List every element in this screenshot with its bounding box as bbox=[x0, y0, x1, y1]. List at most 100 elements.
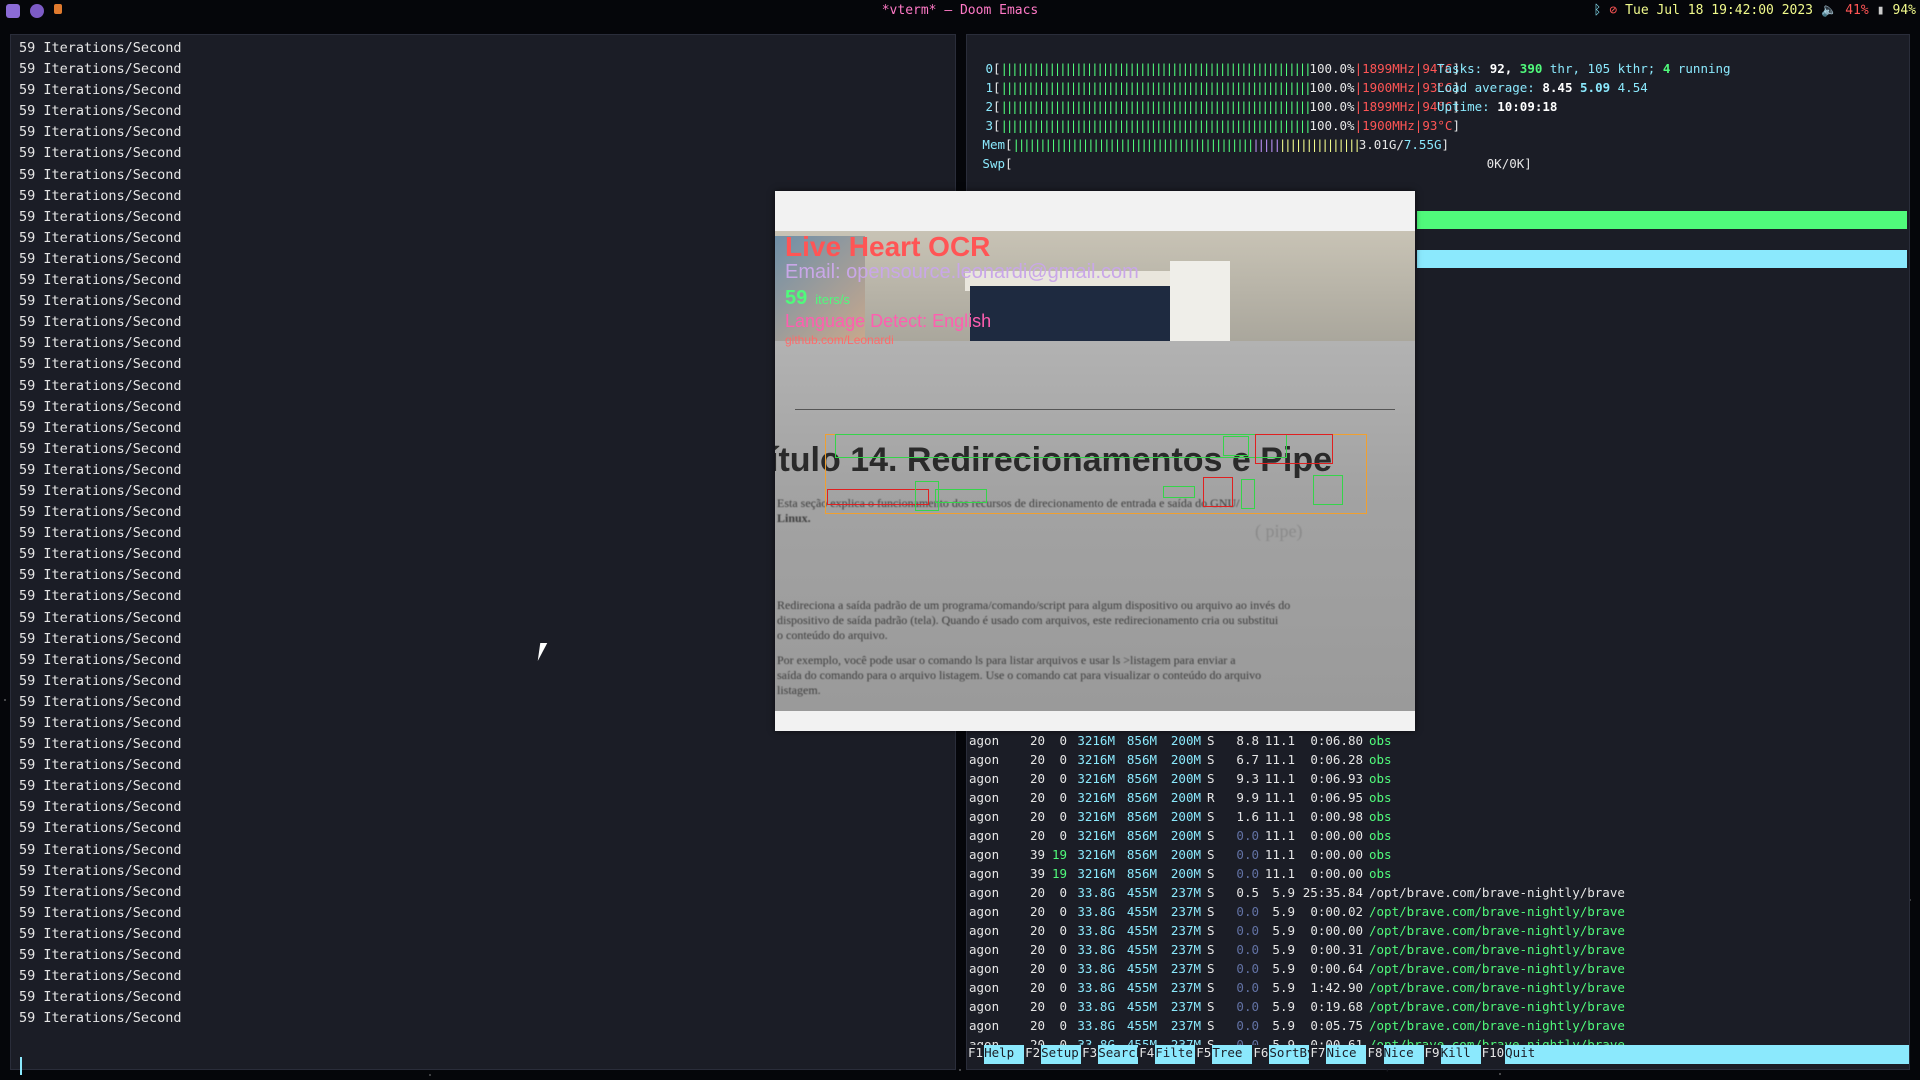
mouse-pointer-icon bbox=[537, 643, 555, 661]
process-mem: 11.1 bbox=[1264, 790, 1295, 805]
process-row[interactable]: agon 39 19 3216M 856M 200M S 0.0 11.1 0:00.00 obs bbox=[967, 845, 1909, 864]
status-area: ᛒ ⊘ Tue Jul 18 19:42:00 2023 🔈 41% ▮ 94% bbox=[1594, 3, 1916, 18]
process-row[interactable]: agon 39 19 3216M 856M 200M S 0.0 11.1 0:00.00 obs bbox=[967, 864, 1909, 883]
process-shr: 237M bbox=[1170, 904, 1201, 919]
fkey-f3[interactable]: F3 Search bbox=[1081, 1045, 1143, 1064]
process-cpu: 0.0 bbox=[1236, 942, 1259, 957]
process-time: 0:00.00 bbox=[1310, 828, 1363, 843]
fkey-f6[interactable]: F6 SortBy bbox=[1252, 1045, 1315, 1064]
cpu-temperature: |93°C bbox=[1414, 118, 1453, 133]
process-mem: 11.1 bbox=[1264, 771, 1295, 786]
process-row[interactable]: agon 20 0 33.8G 455M 237M S 0.0 5.9 0:19.68/opt/b… bbox=[967, 997, 1909, 1016]
process-row[interactable]: agon 20 0 3216M 856M 200M S 8.8 11.1 0:06.80 obs bbox=[967, 731, 1909, 750]
ocr-window-titlebar[interactable] bbox=[775, 191, 1415, 231]
function-key-bar: F1 Help F2 Setup F3 Search F4 Filter F5 Tree F6 Sor… bbox=[967, 1045, 1909, 1075]
terminal-cursor bbox=[20, 1057, 22, 1075]
process-shr: 200M bbox=[1170, 733, 1201, 748]
terminal-line: 59 Iterations/Second bbox=[19, 651, 182, 668]
process-time: 0:06.28 bbox=[1310, 752, 1363, 767]
ocr-word-box bbox=[827, 489, 929, 505]
fkey-label: Help bbox=[984, 1045, 1025, 1064]
volume-icon[interactable]: 🔈 bbox=[1821, 3, 1837, 18]
memory-total: 7.55G bbox=[1403, 137, 1442, 152]
process-row[interactable]: agon 20 0 3216M 856M 200M S 1.6 11.1 0:00.98 obs bbox=[967, 807, 1909, 826]
process-user: agon bbox=[969, 923, 1000, 938]
process-command: obs bbox=[1369, 847, 1392, 862]
process-priority: 20 bbox=[1029, 771, 1045, 786]
cpu-percent: 100.0% bbox=[1309, 118, 1355, 133]
process-res: 455M bbox=[1126, 1018, 1157, 1033]
process-row[interactable]: agon 20 0 3216M 856M 200M S 9.3 11.1 0:06.93 obs bbox=[967, 769, 1909, 788]
terminal-line: 59 Iterations/Second bbox=[19, 461, 182, 478]
process-state: S bbox=[1207, 980, 1215, 995]
process-shr: 200M bbox=[1170, 771, 1201, 786]
process-state: S bbox=[1207, 923, 1215, 938]
process-nice: 0 bbox=[1059, 942, 1067, 957]
process-row[interactable]: agon 20 0 33.8G 455M 237M S 0.0 5.9 0:00.64/opt/b… bbox=[967, 959, 1909, 978]
page-text-line: dispositivo de saída padrão (tela). Quan… bbox=[777, 613, 1279, 627]
process-mem: 11.1 bbox=[1264, 733, 1295, 748]
process-time: 0:00.00 bbox=[1310, 923, 1363, 938]
fkey-f1[interactable]: F1 Help bbox=[967, 1045, 1025, 1064]
battery-level: 94% bbox=[1892, 3, 1916, 18]
fkey-f10[interactable]: F10 Quit bbox=[1480, 1045, 1546, 1064]
process-mem: 11.1 bbox=[1264, 866, 1295, 881]
process-row[interactable]: agon 20 0 33.8G 455M 237M S 0.5 5.9 25:35.84/opt/… bbox=[967, 883, 1909, 902]
fkey-f4[interactable]: F4 Filter bbox=[1138, 1045, 1200, 1064]
terminal-line: 59 Iterations/Second bbox=[19, 883, 182, 900]
clock[interactable]: Tue Jul 18 19:42:00 2023 bbox=[1625, 3, 1813, 18]
process-row[interactable]: agon 20 0 3216M 856M 200M S 6.7 11.1 0:06.28 obs bbox=[967, 750, 1909, 769]
process-row[interactable]: agon 20 0 33.8G 455M 237M S 0.0 5.9 0:00.02/opt/b… bbox=[967, 902, 1909, 921]
process-row[interactable]: agon 20 0 33.8G 455M 237M S 0.0 5.9 0:00.31/opt/b… bbox=[967, 940, 1909, 959]
fkey-f5[interactable]: F5 Tree bbox=[1195, 1045, 1253, 1064]
process-virt: 3216M bbox=[1077, 847, 1115, 862]
process-row[interactable]: agon 20 0 33.8G 455M 237M S 0.0 5.9 0:05.75/opt/b… bbox=[967, 1016, 1909, 1035]
fkey-label: Tree bbox=[1212, 1045, 1253, 1064]
selected-row-highlight[interactable] bbox=[1417, 211, 1907, 229]
process-list[interactable]: agon 20 0 3216M 856M 200M S 8.8 11.1 0:06.80 obs ag… bbox=[967, 731, 1909, 1054]
process-mem: 5.9 bbox=[1272, 885, 1295, 900]
system-summary: Tasks: 92, 390 thr, 105 kthr; 4 running … bbox=[1437, 59, 1731, 116]
network-icon[interactable]: ⊘ bbox=[1609, 3, 1617, 18]
ocr-word-box bbox=[1163, 486, 1195, 498]
process-cpu: 0.0 bbox=[1236, 866, 1259, 881]
process-res: 856M bbox=[1126, 847, 1157, 862]
memory-used-bar: ||||||||||||||||||||||||||||||||||||||||… bbox=[1012, 137, 1255, 152]
process-row[interactable]: agon 20 0 33.8G 455M 237M S 0.0 5.9 0:00.00/opt/b… bbox=[967, 921, 1909, 940]
process-res: 455M bbox=[1126, 904, 1157, 919]
bluetooth-icon[interactable]: ᛒ bbox=[1594, 3, 1602, 18]
process-virt: 33.8G bbox=[1077, 923, 1115, 938]
process-res: 455M bbox=[1126, 961, 1157, 976]
fkey-f9[interactable]: F9 Kill bbox=[1423, 1045, 1481, 1064]
process-virt: 3216M bbox=[1077, 828, 1115, 843]
process-row[interactable]: agon 20 0 33.8G 455M 237M S 0.0 5.9 1:42.90/opt/b… bbox=[967, 978, 1909, 997]
terminal-line: 59 Iterations/Second bbox=[19, 356, 182, 373]
process-user: agon bbox=[969, 885, 1000, 900]
process-res: 455M bbox=[1126, 942, 1157, 957]
process-priority: 20 bbox=[1029, 828, 1045, 843]
cpu-label: 0 bbox=[985, 61, 993, 76]
fkey-f2[interactable]: F2 Setup bbox=[1024, 1045, 1082, 1064]
ocr-window[interactable]: ítulo 14. Redirecionamentos e Pipe Esta … bbox=[775, 191, 1415, 731]
process-command: obs bbox=[1369, 733, 1392, 748]
cpu-bar: ||||||||||||||||||||||||||||||||||||||||… bbox=[1000, 80, 1312, 95]
fkey-number: F4 bbox=[1138, 1045, 1156, 1064]
terminal-line: 59 Iterations/Second bbox=[19, 672, 182, 689]
process-virt: 3216M bbox=[1077, 790, 1115, 805]
fkey-f8[interactable]: F8 Nice + bbox=[1366, 1045, 1424, 1075]
process-shr: 237M bbox=[1170, 999, 1201, 1014]
battery-icon[interactable]: ▮ bbox=[1877, 3, 1885, 18]
process-shr: 237M bbox=[1170, 980, 1201, 995]
process-nice: 0 bbox=[1059, 809, 1067, 824]
terminal-line: 59 Iterations/Second bbox=[19, 187, 182, 204]
column-header-bar[interactable] bbox=[1417, 250, 1907, 268]
fkey-f7[interactable]: F7 Nice - bbox=[1309, 1045, 1367, 1075]
cpu-percent: 100.0% bbox=[1309, 80, 1355, 95]
process-shr: 200M bbox=[1170, 866, 1201, 881]
process-user: agon bbox=[969, 790, 1000, 805]
process-row[interactable]: agon 20 0 3216M 856M 200M R 9.9 11.1 0:06.95 obs bbox=[967, 788, 1909, 807]
bracket: [ bbox=[993, 99, 1001, 114]
ocr-word-box bbox=[1313, 475, 1343, 505]
process-row[interactable]: agon 20 0 3216M 856M 200M S 0.0 11.1 0:00.00 obs bbox=[967, 826, 1909, 845]
process-virt: 3216M bbox=[1077, 752, 1115, 767]
